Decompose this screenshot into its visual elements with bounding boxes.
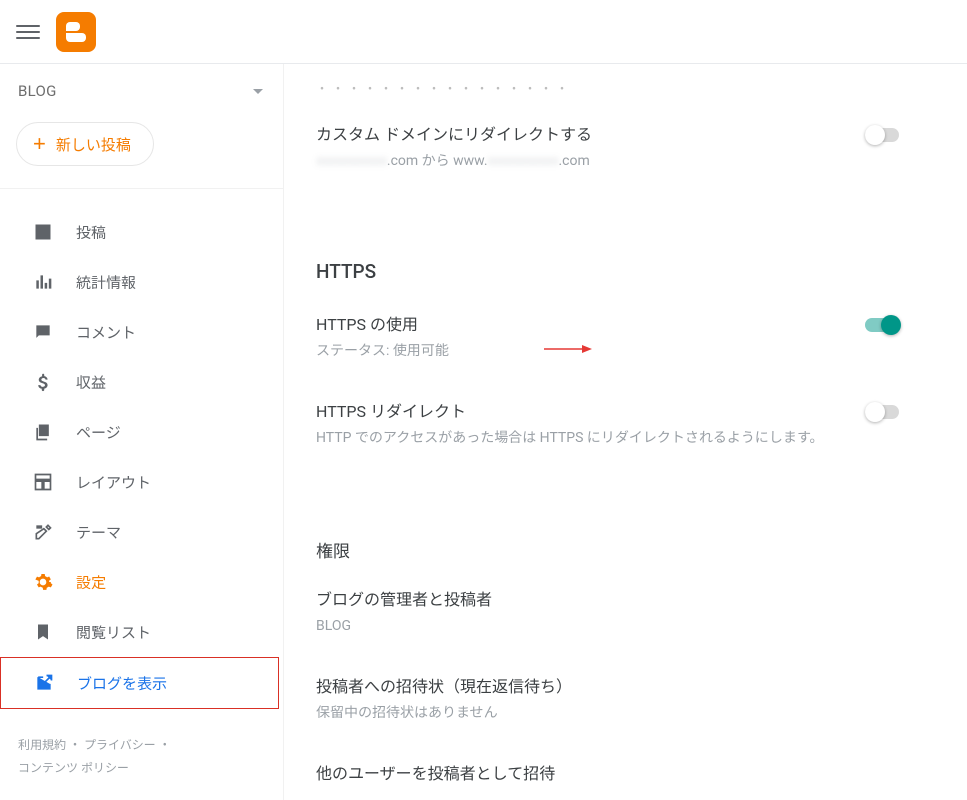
setting-title: HTTPS リダイレクト xyxy=(316,398,845,422)
new-post-container: + 新しい投稿 xyxy=(0,114,283,189)
setting-title: HTTPS の使用 xyxy=(316,311,845,335)
pages-icon xyxy=(32,421,54,443)
gear-icon xyxy=(32,571,54,593)
stats-icon xyxy=(32,271,54,293)
new-post-label: 新しい投稿 xyxy=(56,134,131,155)
sidebar-item-reading-list[interactable]: 閲覧リスト xyxy=(0,607,283,657)
content-policy-link[interactable]: コンテンツ ポリシー xyxy=(18,761,129,775)
sidebar-item-view-blog[interactable]: ブログを表示 xyxy=(1,658,278,708)
https-use-toggle[interactable] xyxy=(865,315,901,335)
https-use-row[interactable]: HTTPS の使用 ステータス: 使用可能 xyxy=(316,293,901,380)
setting-title: 他のユーザーを投稿者として招待 xyxy=(316,760,881,784)
blogger-logo[interactable] xyxy=(56,12,96,52)
sidebar-item-label: ブログを表示 xyxy=(77,673,167,694)
partial-row-top: ・・・・・・・・・・・・・・・・ xyxy=(316,64,901,97)
menu-icon[interactable] xyxy=(16,20,40,44)
setting-title: カスタム ドメインにリダイレクトする xyxy=(316,121,845,145)
sidebar-item-label: レイアウト xyxy=(76,472,151,493)
sidebar-item-label: 統計情報 xyxy=(76,272,136,293)
setting-title: ブログの管理者と投稿者 xyxy=(316,586,881,610)
sidebar-item-label: 収益 xyxy=(76,372,106,393)
sidebar-item-layout[interactable]: レイアウト xyxy=(0,457,283,507)
sidebar-item-pages[interactable]: ページ xyxy=(0,407,283,457)
view-blog-highlight: ブログを表示 xyxy=(0,657,279,709)
custom-domain-redirect-toggle[interactable] xyxy=(865,125,901,145)
open-external-icon xyxy=(33,672,55,694)
blog-selector[interactable]: BLOG xyxy=(0,64,283,114)
sidebar-item-label: 閲覧リスト xyxy=(76,622,151,643)
blog-selector-label: BLOG xyxy=(18,82,57,100)
sidebar-item-label: テーマ xyxy=(76,522,121,543)
sidebar-item-comments[interactable]: コメント xyxy=(0,307,283,357)
sidebar-item-earnings[interactable]: 収益 xyxy=(0,357,283,407)
chevron-down-icon xyxy=(253,89,263,94)
sidebar: BLOG + 新しい投稿 投稿 統計情報 xyxy=(0,64,284,800)
sidebar-item-label: コメント xyxy=(76,322,136,343)
footer-links: 利用規約 ・ プライバシー ・ コンテンツ ポリシー xyxy=(0,724,283,800)
setting-title: 投稿者への招待状（現在返信待ち） xyxy=(316,673,881,697)
top-bar xyxy=(0,0,967,64)
posts-icon xyxy=(32,221,54,243)
settings-main: ・・・・・・・・・・・・・・・・ カスタム ドメインにリダイレクトする xxxx… xyxy=(284,64,967,800)
sidebar-item-label: ページ xyxy=(76,422,121,443)
sidebar-item-stats[interactable]: 統計情報 xyxy=(0,257,283,307)
permissions-admins-row[interactable]: ブログの管理者と投稿者 BLOG xyxy=(316,568,901,655)
sidebar-item-label: 投稿 xyxy=(76,222,106,243)
new-post-button[interactable]: + 新しい投稿 xyxy=(16,122,154,166)
bookmark-icon xyxy=(32,621,54,643)
section-header-permissions: 権限 xyxy=(316,537,901,562)
comment-icon xyxy=(32,321,54,343)
layout-icon xyxy=(32,471,54,493)
setting-subtitle: 保留中の招待状はありません xyxy=(316,703,881,724)
sidebar-nav: 投稿 統計情報 コメント 収益 xyxy=(0,189,283,724)
setting-subtitle: HTTP でのアクセスがあった場合は HTTPS にリダイレクトされるようにしま… xyxy=(316,428,845,449)
permissions-invites-row[interactable]: 投稿者への招待状（現在返信待ち） 保留中の招待状はありません xyxy=(316,655,901,742)
custom-domain-redirect-row[interactable]: カスタム ドメインにリダイレクトする xxxxxxxxxxx.com から ww… xyxy=(316,103,901,190)
sidebar-item-posts[interactable]: 投稿 xyxy=(0,207,283,257)
sidebar-item-settings[interactable]: 設定 xyxy=(0,557,283,607)
setting-subtitle: ステータス: 使用可能 xyxy=(316,341,845,362)
section-header-https: HTTPS xyxy=(316,260,901,283)
theme-icon xyxy=(32,521,54,543)
https-redirect-row[interactable]: HTTPS リダイレクト HTTP でのアクセスがあった場合は HTTPS にリ… xyxy=(316,380,901,467)
permissions-invite-more-row[interactable]: 他のユーザーを投稿者として招待 xyxy=(316,742,901,790)
https-redirect-toggle[interactable] xyxy=(865,402,901,422)
plus-icon: + xyxy=(33,133,46,155)
sidebar-item-theme[interactable]: テーマ xyxy=(0,507,283,557)
sidebar-item-label: 設定 xyxy=(76,572,106,593)
terms-link[interactable]: 利用規約 xyxy=(18,738,66,752)
earnings-icon xyxy=(32,371,54,393)
setting-subtitle: BLOG xyxy=(316,616,881,637)
privacy-link[interactable]: プライバシー xyxy=(84,738,156,752)
setting-subtitle: xxxxxxxxxxx.com から www.xxxxxxxxxxx.com xyxy=(316,151,845,172)
